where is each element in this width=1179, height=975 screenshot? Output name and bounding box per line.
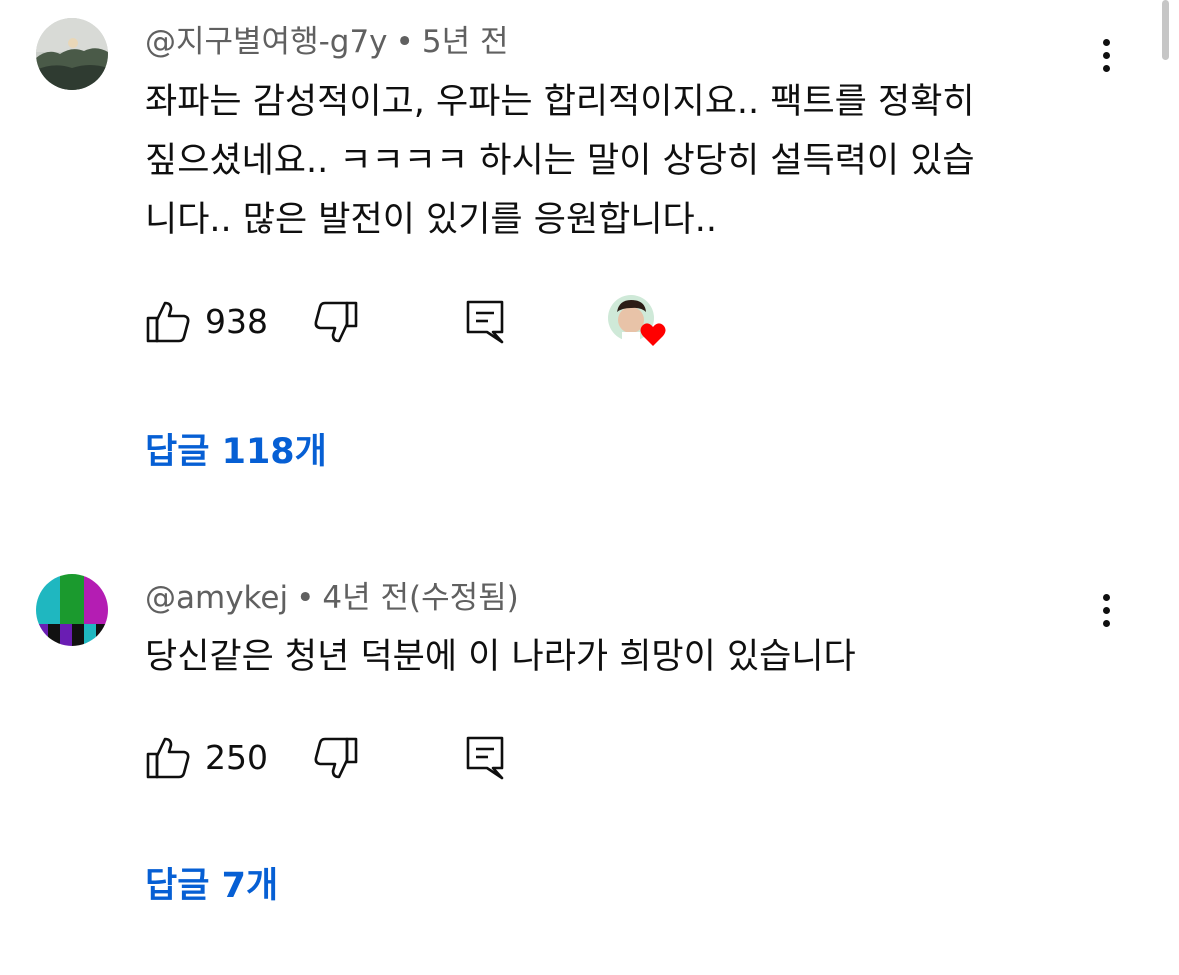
author-name[interactable]: @amykej: [145, 580, 288, 616]
avatar-colorbars-image: [36, 574, 108, 646]
like-count: 250: [205, 738, 268, 777]
thumbs-down-icon[interactable]: [313, 735, 359, 781]
replies-button[interactable]: 답글 7개: [145, 861, 278, 911]
comment-text: 당신같은 청년 덕분에 이 나라가 희망이 있습니다: [145, 637, 856, 677]
reply-icon[interactable]: [463, 735, 509, 781]
avatar[interactable]: [36, 574, 108, 646]
thumbs-up-icon[interactable]: [145, 735, 191, 781]
comment-item: @amykej • 4년 전(수정됨) 당신같은 청년 덕분에 이 나라가 희망이 …: [0, 0, 1179, 975]
comment-time: 4년 전(수정됨): [322, 580, 519, 616]
comment-actions: 250: [145, 735, 845, 785]
comment-meta: @amykej • 4년 전(수정됨): [145, 578, 519, 618]
meta-separator: •: [296, 580, 315, 616]
